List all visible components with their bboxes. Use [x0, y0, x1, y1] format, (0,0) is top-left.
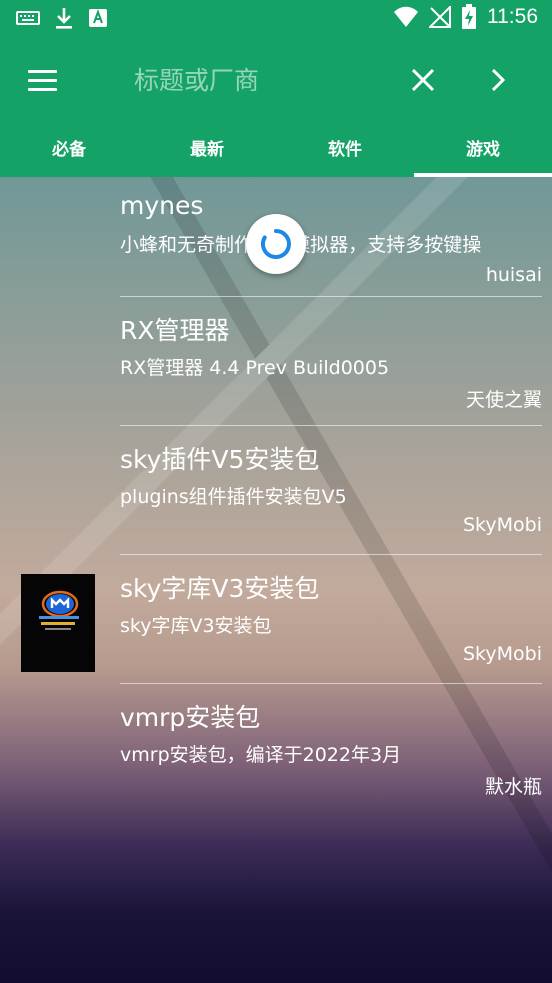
item-description: sky字库V3安装包 [120, 615, 272, 637]
tab-latest[interactable]: 最新 [138, 124, 276, 177]
close-icon[interactable] [409, 66, 437, 94]
list-item[interactable]: sky插件V5安装包 plugins组件插件安装包V5 SkyMobi [0, 426, 552, 555]
status-bar: 11:56 [0, 0, 552, 38]
item-title: sky字库V3安装包 [120, 574, 320, 603]
item-author: SkyMobi [463, 514, 542, 536]
list-item[interactable]: vmrp安装包 vmrp安装包，编译于2022年3月 默水瓶 [0, 684, 552, 813]
loading-spinner-icon [246, 214, 306, 274]
toolbar [0, 38, 552, 124]
item-description: 小蜂和无奇制作NES模拟器，支持多按键操 [120, 230, 544, 257]
item-title: sky插件V5安装包 [120, 445, 320, 474]
item-title: mynes [120, 191, 204, 220]
keyboard-icon [16, 11, 40, 25]
text-app-icon [89, 9, 107, 27]
search-input[interactable] [120, 54, 390, 106]
tab-games[interactable]: 游戏 [414, 124, 552, 177]
item-author: SkyMobi [463, 643, 542, 665]
clock: 11:56 [487, 5, 538, 28]
battery-charging-icon [462, 4, 476, 29]
item-author: 天使之翼 [465, 389, 542, 411]
download-icon [56, 8, 72, 29]
item-description: vmrp安装包，编译于2022年3月 [120, 744, 402, 766]
tab-software[interactable]: 软件 [276, 124, 414, 177]
wifi-icon [394, 6, 418, 27]
app-thumbnail [21, 574, 95, 672]
app-bar: 11:56 必备 最新 软件 游戏 [0, 0, 552, 177]
list-item[interactable]: sky字库V3安装包 sky字库V3安装包 SkyMobi [0, 555, 552, 684]
tab-bar: 必备 最新 软件 游戏 [0, 124, 552, 177]
item-description: plugins组件插件安装包V5 [120, 486, 347, 508]
tab-essentials[interactable]: 必备 [0, 124, 138, 177]
list-item[interactable]: RX管理器 RX管理器 4.4 Prev Build0005 天使之翼 [0, 297, 552, 426]
item-description: RX管理器 4.4 Prev Build0005 [120, 357, 390, 379]
no-signal-icon [429, 6, 451, 28]
item-author: huisai [485, 264, 542, 286]
item-title: vmrp安装包 [120, 703, 261, 732]
item-title: RX管理器 [120, 316, 230, 345]
item-author: 默水瓶 [484, 776, 542, 798]
chevron-right-icon[interactable] [484, 66, 512, 94]
menu-icon[interactable] [28, 70, 58, 92]
